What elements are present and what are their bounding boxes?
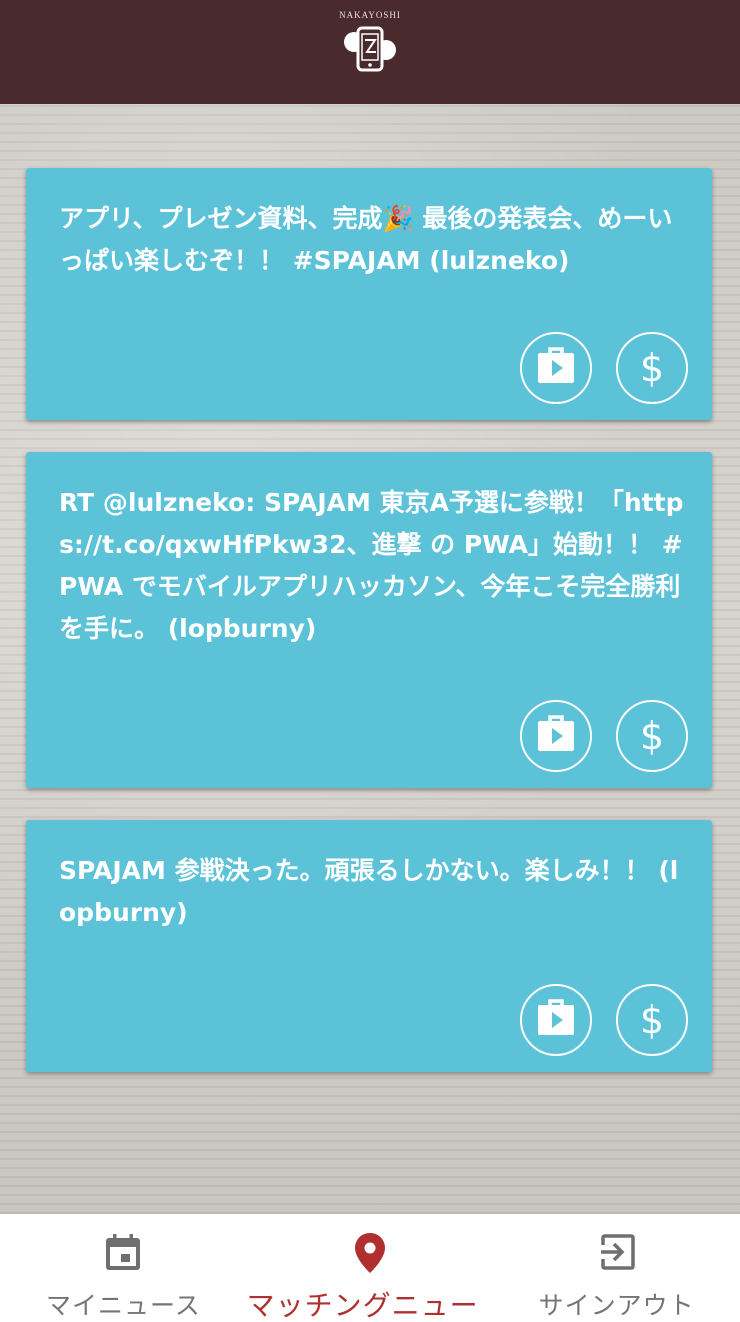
play-store-icon — [536, 999, 576, 1041]
card-actions: $ — [520, 700, 688, 772]
donate-button[interactable]: $ — [616, 332, 688, 404]
logo-text: NAKAYOSHI — [339, 10, 401, 20]
news-card-text: アプリ、プレゼン資料、完成🎉 最後の発表会、めーいっぱい楽しむぞ！！ #SPAJ… — [59, 204, 673, 275]
news-card: SPAJAM 参戦決った。頑張るしかない。楽しみ！！ (lopburny) $ — [26, 820, 712, 1072]
nav-label: マイニュース — [45, 1291, 201, 1320]
nav-item-my-news[interactable]: マイニュース — [0, 1214, 247, 1322]
exit-icon — [597, 1232, 637, 1276]
news-card: アプリ、プレゼン資料、完成🎉 最後の発表会、めーいっぱい楽しむぞ！！ #SPAJ… — [26, 168, 712, 420]
news-card-text: RT @lulzneko: SPAJAM 東京A予選に参戦！「https://t… — [59, 488, 684, 643]
dollar-icon: $ — [639, 998, 665, 1042]
play-store-icon — [536, 347, 576, 389]
nav-item-matching-news[interactable]: マッチングニュース — [247, 1214, 494, 1322]
dollar-icon: $ — [639, 714, 665, 758]
app-logo-icon — [342, 24, 398, 78]
play-store-button[interactable] — [520, 332, 592, 404]
donate-button[interactable]: $ — [616, 984, 688, 1056]
card-actions: $ — [520, 332, 688, 404]
news-card-text: SPAJAM 参戦決った。頑張るしかない。楽しみ！！ (lopburny) — [59, 856, 679, 927]
dollar-icon: $ — [639, 346, 665, 390]
play-store-button[interactable] — [520, 700, 592, 772]
nav-item-sign-out[interactable]: サインアウト — [493, 1214, 740, 1322]
app-header: NAKAYOSHI — [0, 0, 740, 104]
nav-label: マッチングニュース — [246, 1289, 479, 1322]
location-pin-icon — [353, 1232, 387, 1278]
news-card: RT @lulzneko: SPAJAM 東京A予選に参戦！「https://t… — [26, 452, 712, 788]
card-actions: $ — [520, 984, 688, 1056]
bottom-nav: マイニュース マッチングニュース サインアウト — [0, 1214, 740, 1322]
calendar-icon — [103, 1232, 143, 1276]
donate-button[interactable]: $ — [616, 700, 688, 772]
play-store-button[interactable] — [520, 984, 592, 1056]
nav-label: サインアウト — [538, 1291, 695, 1320]
play-store-icon — [536, 715, 576, 757]
